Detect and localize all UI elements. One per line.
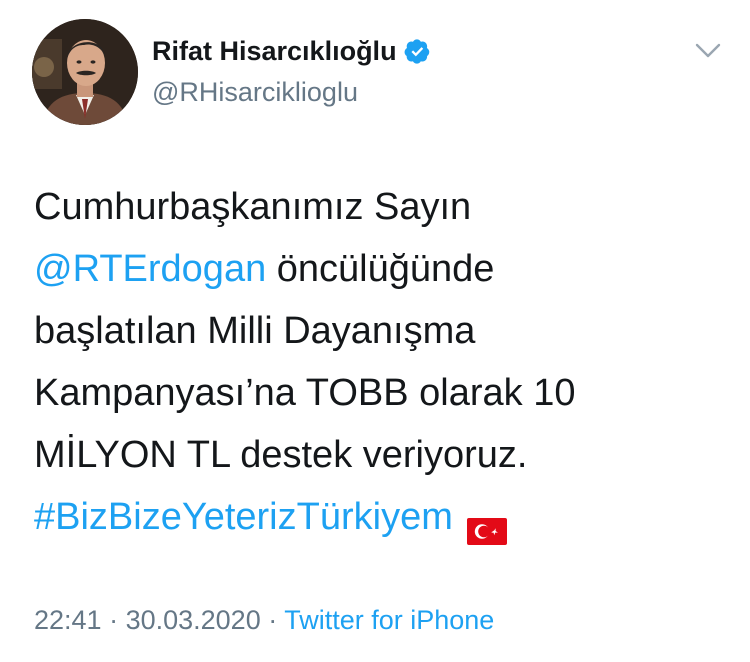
author-handle[interactable]: @RHisarciklioglu — [152, 76, 358, 108]
tweet-line: Cumhurbaşkanımız Sayın — [34, 186, 472, 228]
tweet-line: başlatılan Milli Dayanışma — [34, 310, 476, 352]
tweet-meta: 22:41 · 30.03.2020 · Twitter for iPhone — [34, 602, 494, 638]
tweet-line: #BizBizeYeterizTürkiyem — [34, 486, 724, 548]
tweet-time[interactable]: 22:41 — [34, 605, 102, 635]
tweet-source-link[interactable]: Twitter for iPhone — [284, 605, 494, 635]
tweet-line-text: öncülüğünde — [266, 248, 495, 290]
tweet-text: Cumhurbaşkanımız Sayın @RTErdogan öncülü… — [34, 176, 724, 548]
tweet-line: Kampanyası’na TOBB olarak 10 — [34, 372, 576, 414]
author-name[interactable]: Rifat Hisarcıklıoğlu — [152, 34, 397, 68]
tweet-line: @RTErdogan öncülüğünde — [34, 238, 724, 300]
avatar[interactable] — [32, 19, 138, 125]
meta-separator: · — [101, 605, 126, 635]
mention-link[interactable]: @RTErdogan — [34, 248, 266, 290]
tweet-line: MİLYON TL destek veriyoruz. — [34, 434, 528, 476]
verified-badge-icon — [404, 38, 431, 65]
tweet-card: Rifat Hisarcıklıoğlu @RHisarciklioglu Cu… — [0, 0, 750, 662]
hashtag-link[interactable]: #BizBizeYeterizTürkiyem — [34, 496, 453, 538]
chevron-down-icon[interactable] — [693, 40, 723, 62]
author-name-row[interactable]: Rifat Hisarcıklıoğlu — [152, 34, 431, 68]
meta-separator: · — [260, 605, 285, 635]
avatar-image — [32, 19, 138, 125]
turkey-flag-icon — [466, 502, 507, 546]
tweet-date[interactable]: 30.03.2020 — [126, 605, 261, 635]
